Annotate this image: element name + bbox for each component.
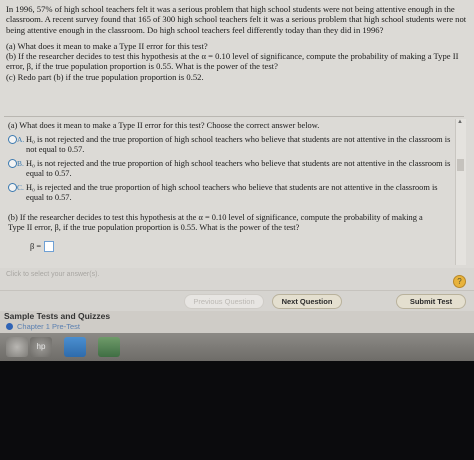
- beta-input[interactable]: [44, 241, 55, 252]
- click-hint: Click to select your answer(s).: [6, 271, 100, 278]
- media-app-icon[interactable]: [98, 337, 120, 357]
- answer-scrollbar[interactable]: ▲: [455, 119, 466, 265]
- weather-app-icon[interactable]: [64, 337, 86, 357]
- footer-bar: Click to select your answer(s). ?: [0, 268, 474, 290]
- question-part-c: (c) Redo part (b) if the true population…: [6, 71, 204, 82]
- scroll-up-icon[interactable]: ▲: [457, 119, 463, 125]
- beta-row: β =: [30, 241, 464, 252]
- choice-a-text: H₀ is not rejected and the true proporti…: [26, 135, 451, 154]
- radio-c-icon[interactable]: [8, 183, 17, 192]
- sample-tests-title: Sample Tests and Quizzes: [4, 311, 111, 321]
- navigation-bar: Previous Question Next Question Submit T…: [0, 290, 474, 311]
- sample-tests-section: Sample Tests and Quizzes Chapter 1 Pre-T…: [0, 311, 474, 333]
- choice-b[interactable]: B. H₀ is not rejected and the true propo…: [4, 159, 456, 179]
- question-part-b: (b) If the researcher decides to test th…: [6, 51, 459, 72]
- hp-logo-icon[interactable]: hp: [30, 337, 52, 357]
- taskbar: hp: [0, 333, 474, 361]
- answer-part-b: (b) If the researcher decides to test th…: [8, 213, 423, 232]
- choice-c-text: H₀ is rejected and the true proportion o…: [26, 183, 438, 202]
- help-button[interactable]: ?: [453, 275, 466, 288]
- choice-c[interactable]: C. H₀ is rejected and the true proportio…: [4, 183, 456, 203]
- choice-c-letter: C.: [17, 183, 24, 192]
- choice-b-letter: B.: [17, 159, 24, 168]
- question-text: In 1996, 57% of high school teachers fel…: [6, 4, 468, 116]
- monitor-bezel: [0, 361, 474, 460]
- question-part-a: (a) What does it mean to make a Type II …: [6, 40, 208, 51]
- question-intro: In 1996, 57% of high school teachers fel…: [6, 4, 467, 35]
- radio-b-icon[interactable]: [8, 159, 17, 168]
- chapter-bullet-icon: [6, 323, 13, 330]
- beta-label: β =: [30, 241, 42, 251]
- previous-question-button[interactable]: Previous Question: [184, 294, 264, 309]
- next-question-button[interactable]: Next Question: [272, 294, 342, 309]
- submit-test-button[interactable]: Submit Test: [396, 294, 466, 309]
- chapter-pretest-label: Chapter 1 Pre-Test: [17, 322, 80, 331]
- browser-screen: In 1996, 57% of high school teachers fel…: [0, 0, 474, 395]
- scrollbar-thumb[interactable]: [457, 159, 464, 171]
- chapter-pretest-link[interactable]: Chapter 1 Pre-Test: [6, 322, 80, 331]
- choice-a-letter: A.: [17, 135, 25, 144]
- start-orb-icon[interactable]: [6, 337, 28, 357]
- choice-b-text: H₀ is not rejected and the true proporti…: [26, 159, 451, 178]
- radio-a-icon[interactable]: [8, 135, 17, 144]
- choice-a[interactable]: A. H₀ is not rejected and the true propo…: [4, 135, 456, 155]
- answer-panel: (a) What does it mean to make a Type II …: [4, 116, 464, 267]
- answer-head: (a) What does it mean to make a Type II …: [8, 121, 320, 130]
